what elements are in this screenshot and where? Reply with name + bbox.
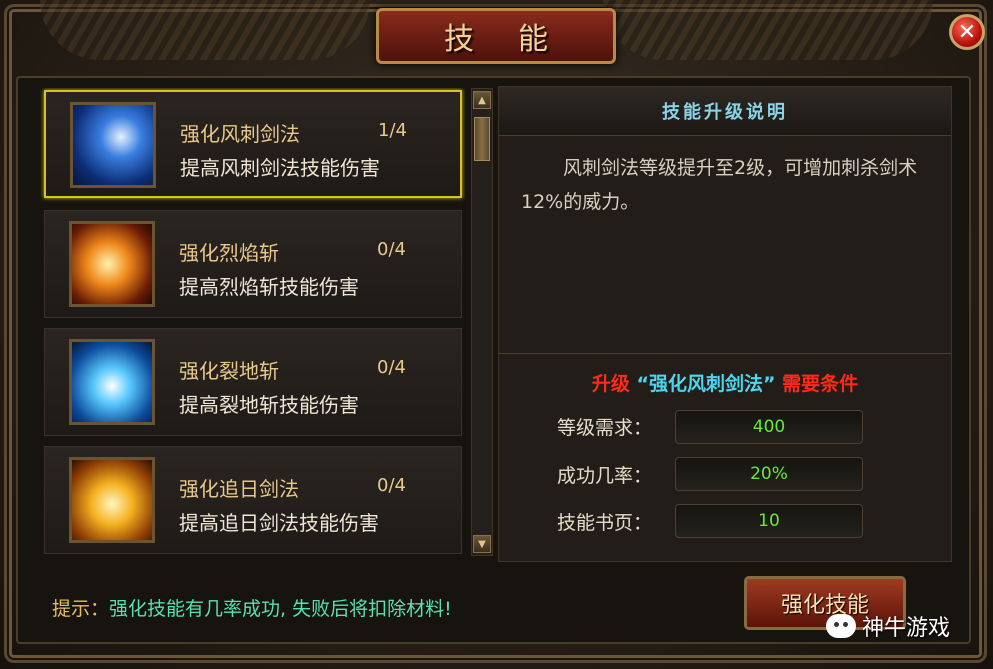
skill-window: 技能 ✕ 强化风刺剑法 1/4 提高风刺剑法技能伤害 强化烈焰斩 0/4 提高烈… [0,0,993,669]
skill-item-flame-slash[interactable]: 强化烈焰斩 0/4 提高烈焰斩技能伤害 [44,210,462,318]
skill-level: 0/4 [377,239,406,260]
skill-item-wind-sword[interactable]: 强化风刺剑法 1/4 提高风刺剑法技能伤害 [44,90,462,198]
success-rate-value: 20% [675,457,863,491]
skill-name: 强化风刺剑法 [180,122,300,146]
skill-level: 1/4 [378,120,407,141]
detail-header: 技能升级说明 [499,87,951,136]
skill-list: 强化风刺剑法 1/4 提高风刺剑法技能伤害 强化烈焰斩 0/4 提高烈焰斩技能伤… [40,88,466,558]
upgrade-condition-title: 升级 “强化风刺剑法” 需要条件 [499,369,951,396]
dragon-ornament-left [40,0,370,60]
skill-desc: 提高追日剑法技能伤害 [179,511,379,535]
condition-prefix: 升级 [591,373,630,395]
scroll-up-icon[interactable]: ▲ [473,91,491,109]
flame-slash-icon [69,221,155,307]
detail-description: 风刺剑法等级提升至2级，可增加刺杀剑术 12%的威力。 [521,157,918,213]
skill-item-sun-chase-sword[interactable]: 强化追日剑法 0/4 提高追日剑法技能伤害 [44,446,462,554]
skill-level: 0/4 [377,357,406,378]
window-title: 技能 [444,22,592,57]
skill-name: 强化烈焰斩 [179,241,279,265]
scroll-down-icon[interactable]: ▼ [473,535,491,553]
sun-chase-sword-icon [69,457,155,543]
skill-name: 强化裂地斩 [179,359,279,383]
skill-list-scrollbar[interactable]: ▲ ▼ [471,88,493,556]
skill-item-ground-split[interactable]: 强化裂地斩 0/4 提高裂地斩技能伤害 [44,328,462,436]
watermark-text: 神牛游戏 [862,616,951,641]
skill-level: 0/4 [377,475,406,496]
wind-sword-icon [70,102,156,188]
hint-label: 提示： [52,598,110,620]
skill-book-pages-value: 10 [675,504,863,538]
upgrade-detail-panel: 技能升级说明 风刺剑法等级提升至2级，可增加刺杀剑术 12%的威力。 升级 “强… [498,86,952,562]
skill-book-pages-label: 技能书页： [557,512,653,534]
condition-skill: “强化风刺剑法” [636,373,776,395]
dragon-ornament-right [603,0,933,60]
scroll-thumb[interactable] [474,117,490,161]
close-button[interactable]: ✕ [949,14,985,50]
condition-suffix: 需要条件 [782,373,859,395]
title-plate: 技能 [376,8,616,64]
hint-bar: 提示：强化技能有几率成功, 失败后将扣除材料! [52,594,452,621]
skill-desc: 提高裂地斩技能伤害 [179,393,359,417]
close-icon: ✕ [957,19,977,45]
level-requirement-label: 等级需求： [557,417,653,439]
ground-split-icon [69,339,155,425]
skill-desc: 提高烈焰斩技能伤害 [179,275,359,299]
success-rate-label: 成功几率： [557,465,653,487]
divider [499,353,951,354]
skill-desc: 提高风刺剑法技能伤害 [180,156,380,180]
skill-name: 强化追日剑法 [179,477,299,501]
watermark: 神牛游戏 [826,610,950,642]
level-requirement-value: 400 [675,410,863,444]
wechat-icon [826,614,856,638]
hint-text: 强化技能有几率成功, 失败后将扣除材料! [109,598,452,620]
